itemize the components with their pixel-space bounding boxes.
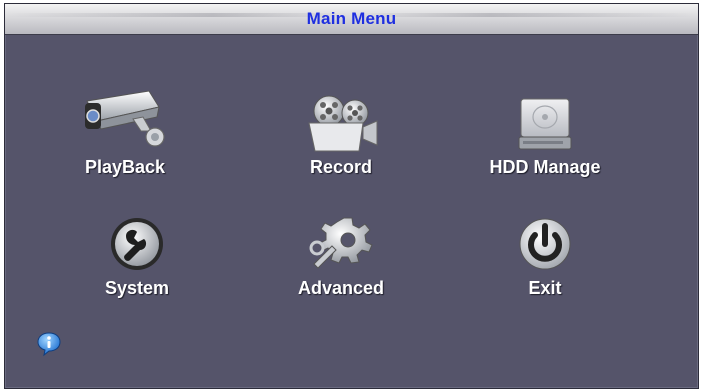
system-label: System	[104, 278, 170, 298]
record-label: Record	[309, 157, 372, 177]
exit-button[interactable]: Exit	[465, 216, 625, 326]
main-menu-window: Main Menu PlayBack Record HDD Manage Sys…	[4, 3, 699, 389]
film-reel-icon	[308, 95, 378, 152]
hdd-manage-button[interactable]: HDD Manage	[465, 89, 625, 199]
advanced-button[interactable]: Advanced	[261, 216, 421, 326]
hard-drive-icon	[518, 98, 572, 150]
power-icon	[519, 218, 571, 270]
record-button[interactable]: Record	[261, 89, 421, 199]
hdd-manage-label: HDD Manage	[489, 157, 601, 177]
system-button[interactable]: System	[57, 216, 217, 326]
advanced-label: Advanced	[297, 278, 385, 298]
title-bar: Main Menu	[5, 4, 698, 35]
wrench-icon	[111, 218, 163, 270]
info-icon[interactable]	[36, 331, 62, 357]
exit-label: Exit	[528, 278, 562, 298]
playback-button[interactable]: PlayBack	[45, 89, 205, 199]
gears-icon	[309, 217, 373, 269]
playback-label: PlayBack	[84, 157, 166, 177]
window-title: Main Menu	[306, 9, 397, 28]
security-camera-icon	[85, 90, 165, 147]
